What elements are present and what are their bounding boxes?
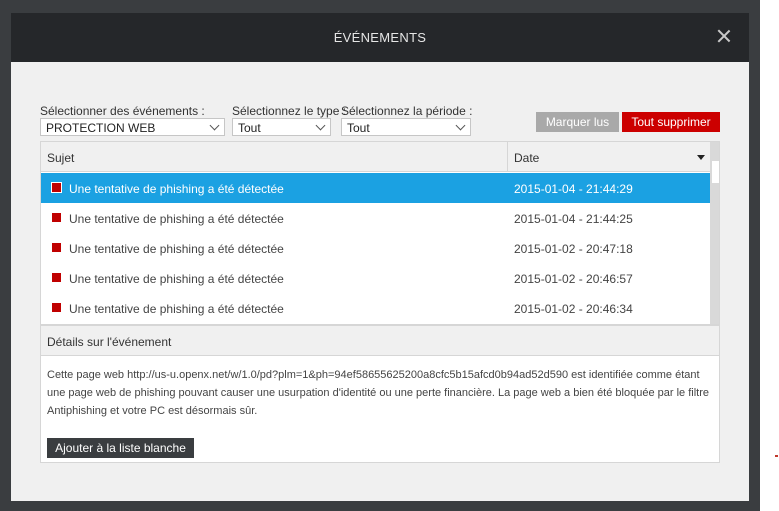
delete-all-button[interactable]: Tout supprimer xyxy=(622,112,720,132)
row-subject: Une tentative de phishing a été détectée xyxy=(69,302,284,316)
details-title: Détails sur l'événement xyxy=(47,335,172,349)
column-divider xyxy=(507,142,508,172)
event-status-icon xyxy=(51,182,62,193)
period-select[interactable]: Tout xyxy=(341,118,471,136)
row-date: 2015-01-04 - 21:44:25 xyxy=(514,212,633,226)
column-date[interactable]: Date xyxy=(514,151,539,165)
event-status-icon xyxy=(52,303,61,312)
details-description: Cette page web http://us-u.openx.net/w/1… xyxy=(47,369,709,417)
table-row[interactable]: Une tentative de phishing a été détectée… xyxy=(41,293,710,323)
type-select[interactable]: Tout xyxy=(232,118,331,136)
events-dialog: ÉVÉNEMENTS Sélectionner des événements :… xyxy=(11,13,749,501)
events-table: Sujet Date Une tentative de phishing a é… xyxy=(40,141,720,325)
table-row[interactable]: Une tentative de phishing a été détectée… xyxy=(41,173,710,203)
row-subject: Une tentative de phishing a été détectée xyxy=(69,242,284,256)
type-select-value: Tout xyxy=(238,121,261,135)
row-date: 2015-01-02 - 20:46:57 xyxy=(514,272,633,286)
row-date: 2015-01-04 - 21:44:29 xyxy=(514,182,633,196)
events-select-value: PROTECTION WEB xyxy=(46,121,156,135)
edge-mark xyxy=(775,455,778,457)
add-to-whitelist-button[interactable]: Ajouter à la liste blanche xyxy=(47,438,194,458)
table-row[interactable]: Une tentative de phishing a été détectée… xyxy=(41,263,710,293)
period-filter-label: Sélectionnez la période : xyxy=(341,104,473,118)
chevron-down-icon xyxy=(455,120,466,131)
details-header: Détails sur l'événement xyxy=(41,326,719,356)
event-status-icon xyxy=(52,213,61,222)
table-header: Sujet Date xyxy=(41,142,710,172)
row-date: 2015-01-02 - 20:47:18 xyxy=(514,242,633,256)
chevron-down-icon xyxy=(209,120,220,131)
events-filter-label: Sélectionner des événements : xyxy=(40,104,205,118)
column-subject[interactable]: Sujet xyxy=(47,151,74,165)
period-select-value: Tout xyxy=(347,121,370,135)
dialog-title: ÉVÉNEMENTS xyxy=(333,30,427,45)
chevron-down-icon xyxy=(315,120,326,131)
row-date: 2015-01-02 - 20:46:34 xyxy=(514,302,633,316)
type-filter-label: Sélectionnez le type : xyxy=(232,104,347,118)
scrollbar-thumb[interactable] xyxy=(712,161,719,183)
table-row[interactable]: Une tentative de phishing a été détectée… xyxy=(41,203,710,233)
row-subject: Une tentative de phishing a été détectée xyxy=(69,272,284,286)
dialog-titlebar: ÉVÉNEMENTS xyxy=(11,13,749,62)
row-subject: Une tentative de phishing a été détectée xyxy=(69,212,284,226)
close-icon[interactable] xyxy=(715,27,733,45)
table-row[interactable]: Une tentative de phishing a été détectée… xyxy=(41,233,710,263)
event-status-icon xyxy=(52,243,61,252)
event-details-panel: Détails sur l'événement Cette page web h… xyxy=(40,325,720,463)
mark-read-button[interactable]: Marquer lus xyxy=(536,112,619,132)
sort-desc-icon[interactable] xyxy=(697,155,705,160)
event-status-icon xyxy=(52,273,61,282)
row-subject: Une tentative de phishing a été détectée xyxy=(69,182,284,196)
events-select[interactable]: PROTECTION WEB xyxy=(40,118,225,136)
